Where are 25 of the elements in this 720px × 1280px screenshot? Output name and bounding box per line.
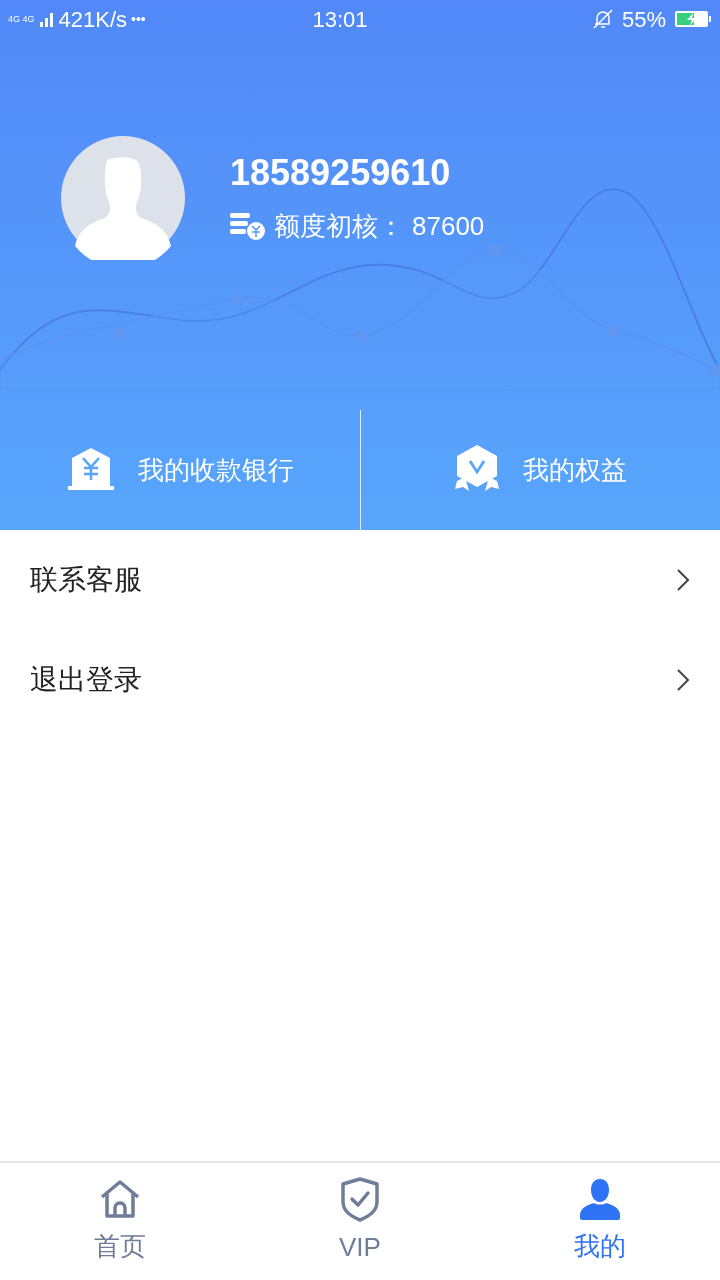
battery-percent: 55% — [621, 5, 666, 34]
coins-icon — [230, 211, 266, 241]
more-indicator: ••• — [131, 9, 146, 29]
menu-item[interactable]: 退出登录 — [0, 630, 720, 730]
credit-value: 87600 — [412, 213, 485, 239]
chevron-right-icon — [676, 668, 690, 692]
tab-bar-item[interactable]: VIP — [240, 1163, 480, 1280]
shortcut-button[interactable]: 我的收款银行 — [0, 410, 360, 530]
muted-bell-icon — [591, 8, 614, 30]
chevron-right-icon — [676, 568, 690, 592]
battery-charging-icon — [674, 10, 712, 28]
bank-icon — [65, 448, 116, 492]
signal-icon — [38, 11, 55, 27]
person-icon — [578, 1177, 622, 1221]
clock-time: 13:01 — [311, 5, 369, 34]
phone-number: 18589259610 — [230, 155, 452, 191]
tab-bar-item[interactable]: 我的 — [480, 1163, 720, 1280]
credit-label: 额度初核： — [274, 213, 404, 239]
tab-bar-item[interactable]: 首页 — [0, 1163, 240, 1280]
network-speed: 421K/s — [58, 5, 127, 34]
home-icon — [98, 1177, 142, 1221]
menu-item[interactable]: 联系客服 — [0, 530, 720, 630]
network-indicator: 4G 4G — [8, 14, 35, 24]
shortcut-button[interactable]: 我的权益 — [359, 410, 720, 530]
shield-check-icon — [340, 1176, 380, 1222]
